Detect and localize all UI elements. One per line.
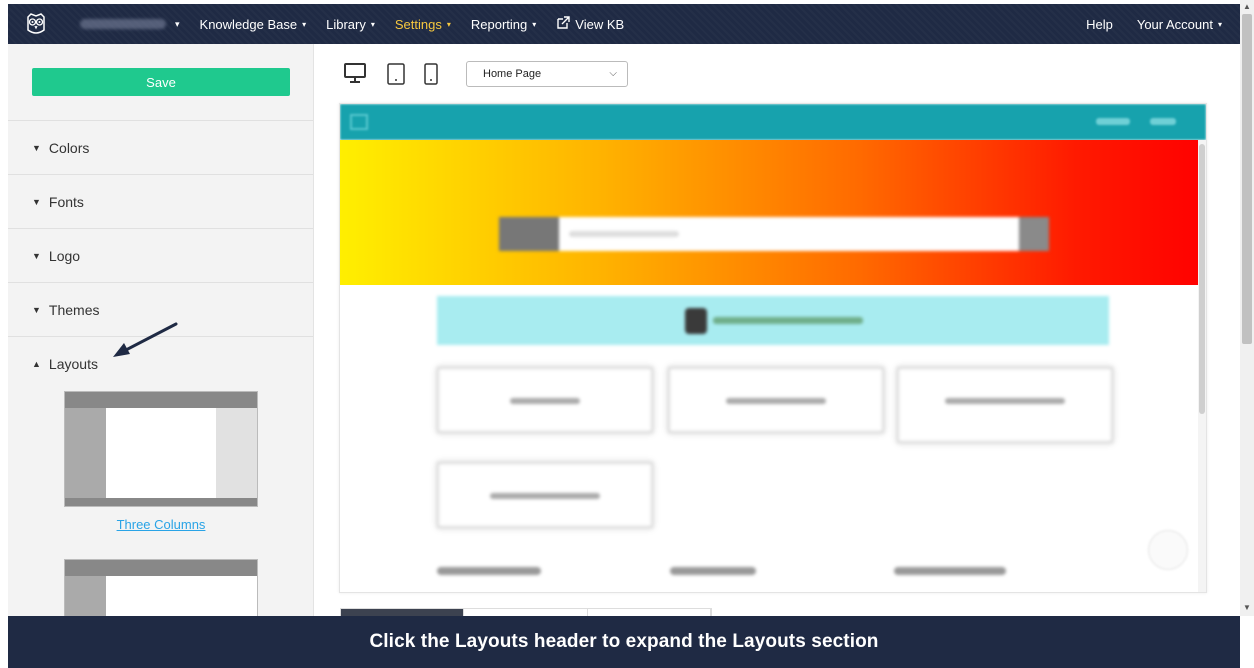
triangle-down-icon: ▼ [32, 304, 41, 315]
sbox [499, 217, 559, 251]
layout-thumb-header [65, 392, 257, 408]
section-layouts[interactable]: ▲ Layouts [8, 336, 313, 390]
section-themes[interactable]: ▼ Themes [8, 282, 313, 336]
phone-icon[interactable] [423, 62, 439, 86]
preview-banner [437, 296, 1109, 345]
owl-logo-icon[interactable] [22, 10, 50, 38]
preview-hero [340, 140, 1206, 285]
top-nav: ▾ Knowledge Base ▾ Library ▾ Settings ▾ Rep… [8, 4, 1240, 44]
pv-bar-r1 [1096, 118, 1130, 125]
page-scrollbar[interactable]: ▲ ▼ [1240, 0, 1254, 616]
section-layouts-label: Layouts [48, 355, 98, 372]
nav-help-label: Help [1086, 16, 1113, 32]
txt [713, 317, 863, 324]
chevron-down-icon: ⌵ [609, 68, 617, 79]
preview-category-card [437, 462, 653, 528]
caret-down-icon: ▾ [302, 19, 307, 29]
triangle-down-icon: ▼ [32, 196, 41, 207]
kb-preview [339, 103, 1207, 593]
nav-knowledge-base[interactable]: Knowledge Base ▾ [200, 17, 307, 32]
caret-down-icon: ▾ [370, 19, 375, 29]
nav-settings[interactable]: Settings ▾ [395, 17, 451, 32]
sbtn [1019, 217, 1049, 251]
page-select-value: Home Page [483, 68, 542, 80]
preview-category-card [668, 367, 884, 433]
section-logo-label: Logo [48, 247, 81, 264]
caret-down-icon: ▾ [532, 19, 537, 29]
nav-view-kb[interactable]: View KB [556, 15, 625, 33]
page-select[interactable]: Home Page ⌵ [466, 61, 628, 87]
section-themes-label: Themes [48, 301, 100, 318]
t [1199, 144, 1205, 414]
nav-knowledge-base-label: Knowledge Base [199, 16, 298, 32]
kb-name-blurred[interactable] [80, 19, 166, 29]
caret-down-icon: ▾ [446, 19, 451, 29]
triangle-up-icon: ▲ [32, 358, 41, 369]
line [726, 398, 826, 404]
nav-help[interactable]: Help [1086, 17, 1113, 32]
layout-thumb-header [65, 560, 257, 576]
preview-category-card [437, 367, 653, 433]
line [945, 398, 1065, 404]
preview-search-bar [499, 217, 1049, 251]
nav-right: Help Your Account ▾ [1062, 17, 1240, 32]
preview-section-label [437, 567, 541, 575]
preview-section-label [670, 567, 756, 575]
section-fonts-label: Fonts [48, 193, 84, 210]
preview-category-card [897, 367, 1113, 443]
pv-bar-r2 [1150, 118, 1176, 125]
section-colors[interactable]: ▼ Colors [8, 120, 313, 174]
line [490, 493, 600, 499]
nav-view-kb-label: View KB [575, 16, 625, 32]
section-colors-label: Colors [48, 139, 90, 156]
kb-switcher-caret-icon[interactable]: ▾ [175, 19, 180, 30]
nav-settings-label: Settings [394, 16, 442, 32]
desktop-icon[interactable] [343, 62, 367, 84]
preview-scrollbar[interactable] [1198, 140, 1206, 592]
external-link-icon [556, 15, 570, 33]
section-logo[interactable]: ▼ Logo [8, 228, 313, 282]
kb-settings-screen: ▾ Knowledge Base ▾ Library ▾ Settings ▾ Rep… [0, 0, 1254, 668]
save-button[interactable]: Save [32, 68, 290, 96]
layout-thumb-left-col [65, 576, 106, 616]
nav-reporting-label: Reporting [470, 16, 528, 32]
caret-down-icon: ▾ [1217, 19, 1222, 29]
nav-library[interactable]: Library ▾ [326, 17, 375, 32]
line [510, 398, 580, 404]
pv-bar-l [350, 114, 368, 130]
nav-reporting[interactable]: Reporting ▾ [471, 17, 536, 32]
scroll-up-icon[interactable]: ▲ [1243, 2, 1251, 11]
settings-sidebar: Save ▼ Colors ▼ Fonts ▼ Logo ▼ Themes ▲ … [8, 44, 314, 616]
preview-header-bar [340, 104, 1206, 140]
preview-fab [1148, 530, 1188, 570]
preview-hero-title-blurred [340, 182, 1206, 203]
nav-account[interactable]: Your Account ▾ [1137, 17, 1222, 32]
tablet-icon[interactable] [386, 62, 406, 86]
preview-section-label [894, 567, 1006, 575]
ico [685, 308, 707, 334]
triangle-down-icon: ▼ [32, 142, 41, 153]
layout-three-columns-link[interactable]: Three Columns [8, 517, 313, 532]
nav-library-label: Library [326, 16, 366, 32]
layout-thumb-footer [65, 498, 257, 506]
layout-thumb-right-col [216, 408, 257, 498]
layout-thumb-left-col [65, 408, 106, 498]
scroll-down-icon[interactable]: ▼ [1243, 603, 1251, 612]
layout-three-columns-thumbnail[interactable] [64, 391, 258, 507]
instruction-caption: Click the Layouts header to expand the L… [8, 616, 1240, 668]
layout-second-thumbnail[interactable] [64, 559, 258, 616]
scrollbar-thumb[interactable] [1242, 14, 1252, 344]
triangle-down-icon: ▼ [32, 250, 41, 261]
nav-account-label: Your Account [1136, 16, 1213, 32]
section-fonts[interactable]: ▼ Fonts [8, 174, 313, 228]
sph [569, 231, 679, 237]
